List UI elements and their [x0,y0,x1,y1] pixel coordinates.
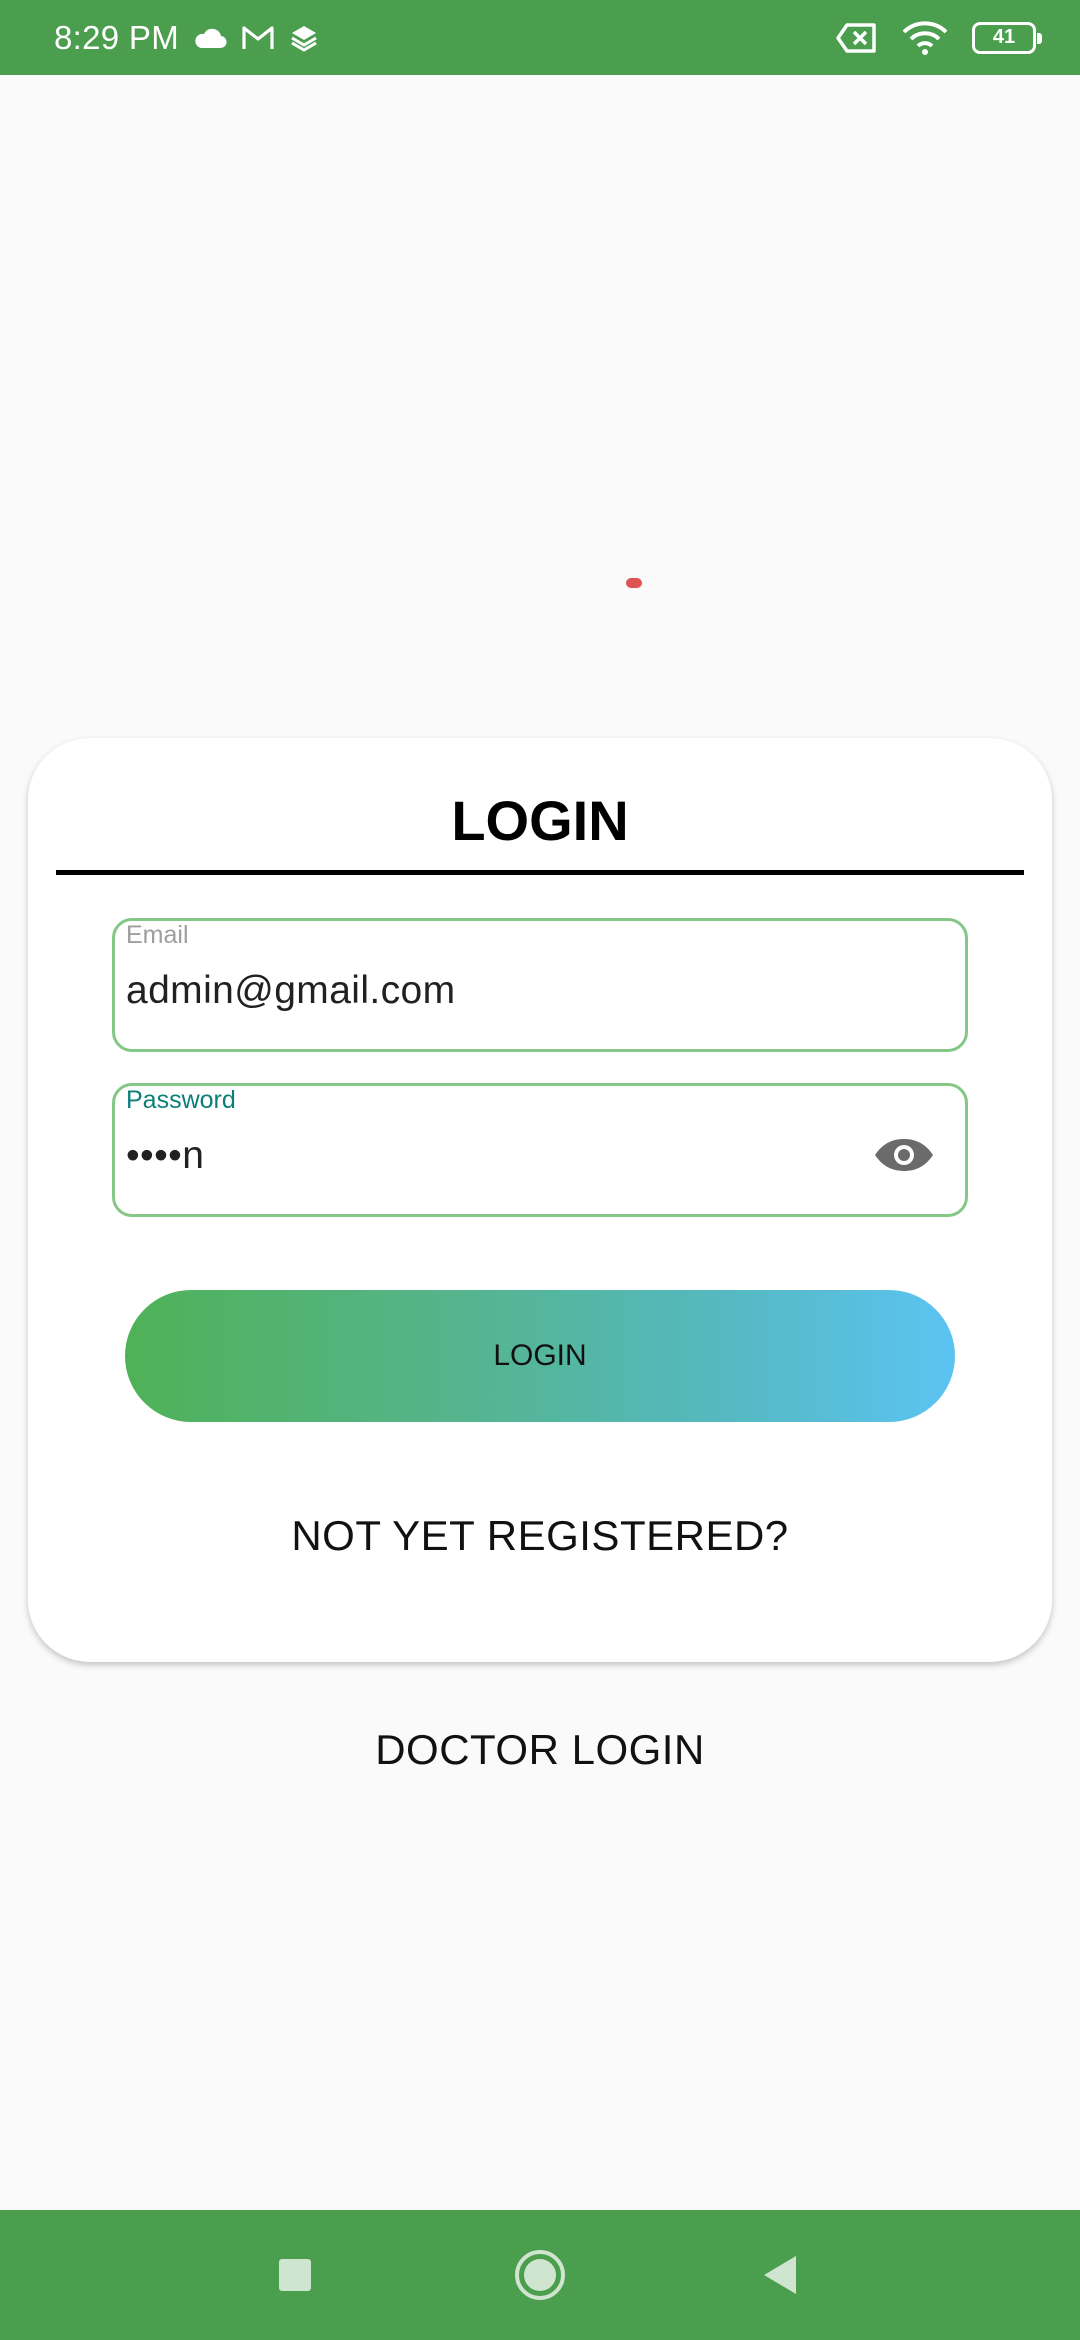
email-input[interactable]: admin@gmail.com [126,969,456,1013]
login-button[interactable]: LOGIN [125,1290,955,1422]
title-divider [56,870,1024,875]
wifi-icon [902,20,948,55]
battery-icon: 41 [972,21,1042,54]
doctor-login-link[interactable]: DOCTOR LOGIN [0,1726,1080,1774]
status-right: 41 [836,20,1042,55]
login-title: LOGIN [451,789,629,852]
login-card: LOGIN Email admin@gmail.com Password •••… [28,738,1052,1662]
recents-icon [279,2259,311,2291]
password-label: Password [126,1086,236,1114]
not-yet-registered-link[interactable]: NOT YET REGISTERED? [28,1512,1052,1560]
email-label: Email [126,921,189,949]
eye-icon[interactable] [873,1138,935,1172]
loading-indicator [626,578,642,588]
email-field[interactable]: Email admin@gmail.com [112,918,968,1052]
recents-button[interactable] [260,2210,330,2340]
navigation-bar [0,2210,1080,2340]
status-bar: 8:29 PM 41 [0,0,1080,75]
password-input[interactable]: ••••n [126,1134,204,1178]
layers-icon [289,23,319,53]
no-sim-icon [836,22,878,53]
back-button[interactable] [745,2210,815,2340]
gmail-icon [241,25,275,51]
cloud-icon [193,27,227,49]
back-icon [764,2256,796,2294]
home-icon [515,2250,565,2300]
status-left: 8:29 PM [54,19,319,57]
password-field[interactable]: Password ••••n [112,1083,968,1217]
home-button[interactable] [505,2210,575,2340]
status-time: 8:29 PM [54,18,179,56]
